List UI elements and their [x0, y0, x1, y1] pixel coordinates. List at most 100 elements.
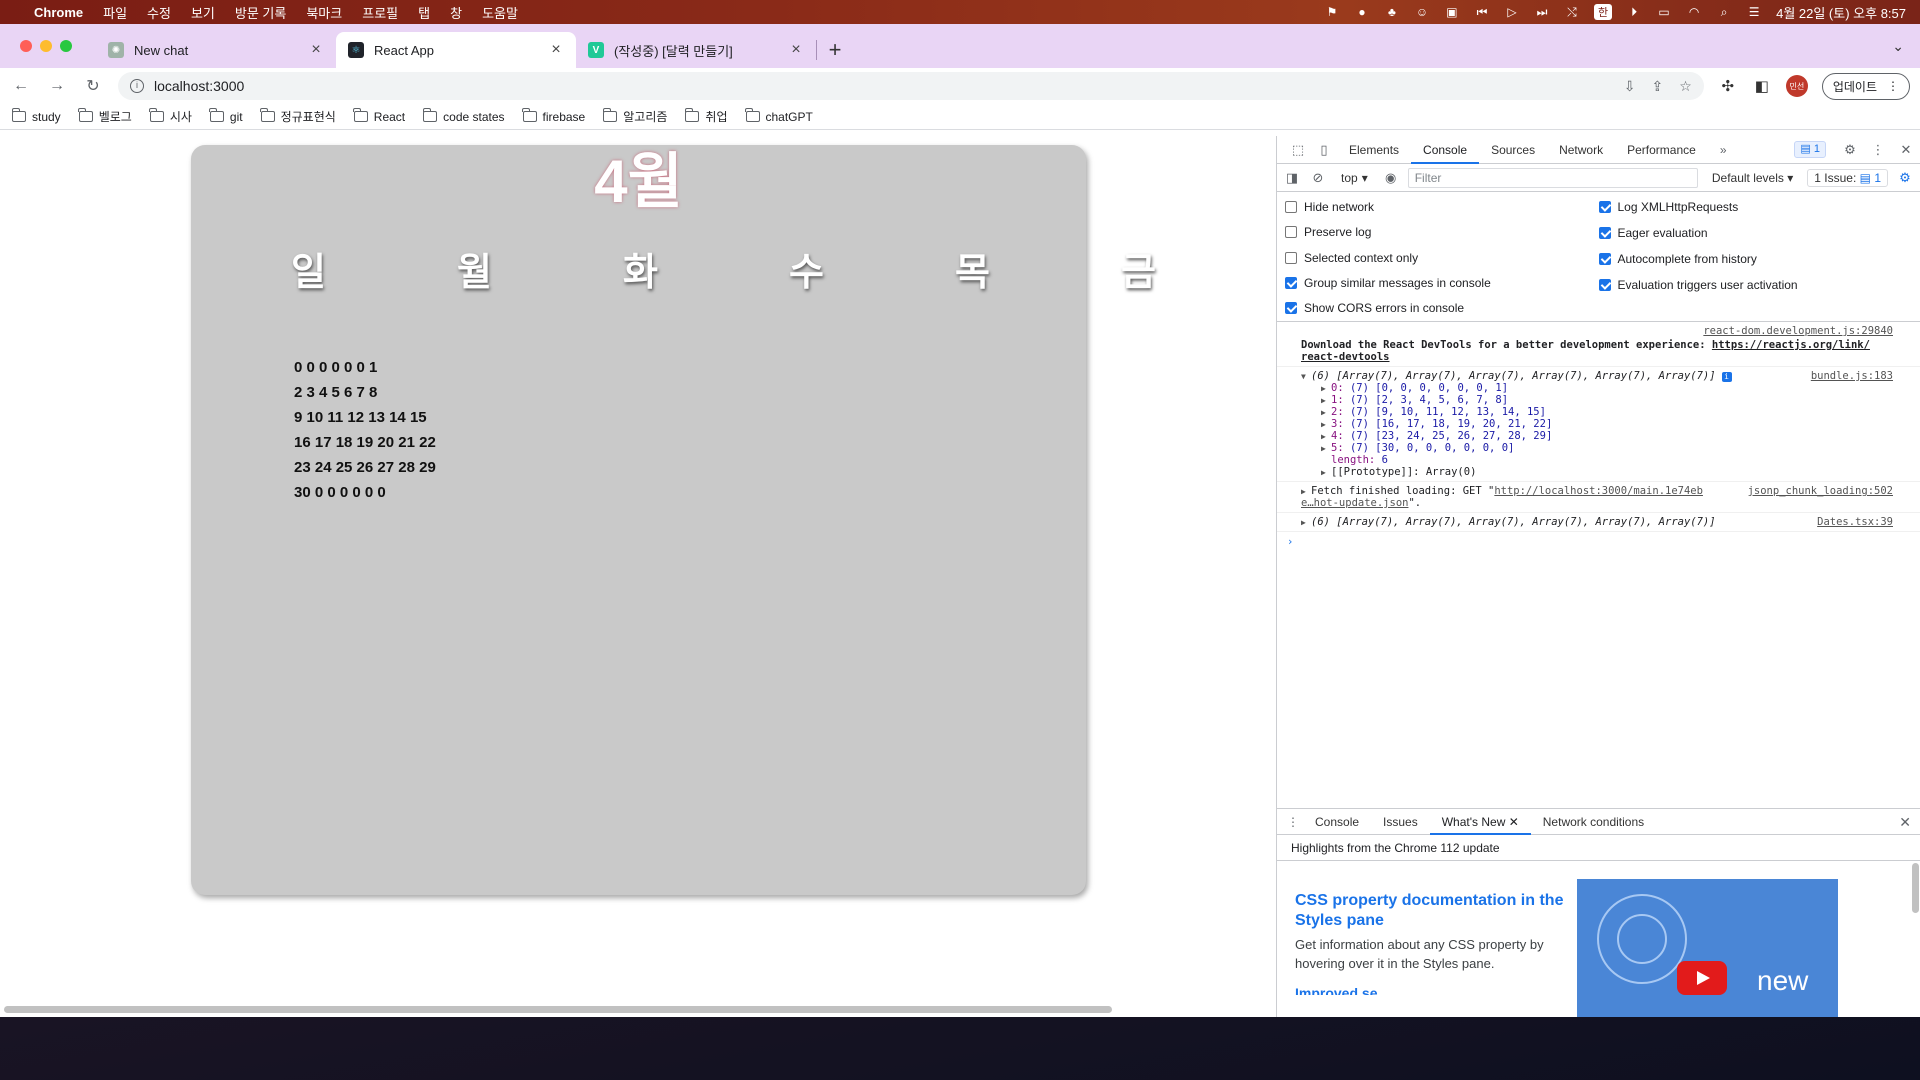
message-source-link[interactable]: bundle.js:183: [1811, 370, 1893, 382]
preserve-log-checkbox[interactable]: Preserve log: [1285, 223, 1599, 240]
hide-network-checkbox[interactable]: Hide network: [1285, 198, 1599, 215]
checkbox-box[interactable]: [1285, 302, 1297, 315]
tab-new-chat[interactable]: ✺ New chat ×: [96, 32, 336, 68]
selected-context-checkbox[interactable]: Selected context only: [1285, 249, 1599, 266]
array-entry[interactable]: ▶ 1: (7) [2, 3, 4, 5, 6, 7, 8]: [1301, 394, 1897, 406]
status-app-icon[interactable]: ⚑: [1324, 6, 1340, 18]
tab-search-chevron-down-icon[interactable]: ⌄: [1892, 38, 1904, 55]
character-status-icon[interactable]: ☺: [1414, 6, 1430, 18]
bookmark-folder-study[interactable]: study: [11, 108, 61, 124]
clear-console-icon[interactable]: ⊘: [1309, 170, 1327, 186]
tab-close-icon[interactable]: ×: [548, 41, 564, 59]
collapsed-triangle-icon[interactable]: ▶: [1301, 487, 1311, 496]
devtools-tab-performance[interactable]: Performance: [1615, 136, 1708, 164]
collapsed-triangle-icon[interactable]: ▶: [1301, 518, 1311, 527]
menu-profiles[interactable]: 프로필: [362, 3, 398, 22]
bookmark-folder-chatgpt[interactable]: chatGPT: [745, 108, 813, 124]
prev-track-icon[interactable]: ⏮: [1474, 6, 1490, 18]
bookmark-star-icon[interactable]: ☆: [1679, 78, 1692, 95]
menu-bookmarks[interactable]: 북마크: [306, 3, 342, 22]
evaluation-triggers-checkbox[interactable]: Evaluation triggers user activation: [1598, 276, 1913, 294]
checkbox-box[interactable]: [1598, 201, 1611, 213]
drawer-tab-console[interactable]: Console: [1303, 809, 1371, 835]
inspect-element-icon[interactable]: ⬚: [1285, 142, 1311, 158]
checkbox-box[interactable]: [1285, 226, 1297, 239]
close-window-button[interactable]: [20, 40, 32, 52]
zoom-window-button[interactable]: [60, 40, 72, 52]
control-center-icon[interactable]: ☰: [1746, 6, 1762, 18]
bookmark-folder-code-states[interactable]: code states: [422, 108, 505, 124]
context-selector[interactable]: top ▾: [1335, 171, 1374, 185]
media-play-icon[interactable]: ⏵: [1626, 6, 1642, 18]
checkbox-box[interactable]: [1285, 276, 1297, 289]
menu-window[interactable]: 창: [450, 3, 462, 22]
checkbox-box[interactable]: [1285, 200, 1297, 213]
menu-view[interactable]: 보기: [191, 3, 215, 22]
bookmark-folder-jobs[interactable]: 취업: [684, 108, 728, 125]
console-message-array-2[interactable]: Dates.tsx:39 ▶ (6) [Array(7), Array(7), A…: [1277, 513, 1920, 532]
checkbox-box[interactable]: [1598, 253, 1611, 265]
horizontal-scrollbar[interactable]: [4, 1006, 1112, 1013]
checkbox-box[interactable]: [1598, 279, 1611, 291]
console-prompt[interactable]: ›: [1277, 536, 1920, 548]
devtools-tab-elements[interactable]: Elements: [1337, 136, 1411, 164]
shuffle-icon[interactable]: ⤭: [1564, 6, 1580, 18]
input-source-indicator[interactable]: 한: [1593, 4, 1613, 20]
forward-arrow-icon[interactable]: →: [46, 77, 68, 95]
devtools-tab-network[interactable]: Network: [1547, 136, 1615, 164]
update-button[interactable]: 업데이트 ⋮: [1821, 72, 1910, 100]
array-prototype[interactable]: ▶ [[Prototype]]: Array(0): [1301, 466, 1897, 478]
devtools-menu-icon[interactable]: ⋮: [1864, 142, 1892, 158]
close-devtools-icon[interactable]: ✕: [1892, 142, 1920, 158]
bookmark-folder-regex[interactable]: 정규표현식: [260, 108, 336, 125]
address-bar[interactable]: i localhost:3000 ⇩ ⇪ ☆: [118, 72, 1704, 100]
message-source-link[interactable]: react-dom.development.js:29840: [1703, 325, 1893, 337]
group-similar-checkbox[interactable]: Group similar messages in console: [1285, 274, 1599, 291]
more-tabs-icon[interactable]: »: [1708, 136, 1739, 164]
show-sidebar-icon[interactable]: ◨: [1283, 170, 1301, 186]
devtools-link-cont[interactable]: react-devtools: [1301, 351, 1390, 363]
bookmark-folder-react[interactable]: React: [353, 108, 405, 124]
tab-close-icon[interactable]: ✕: [1509, 815, 1519, 829]
fetch-url[interactable]: http://localhost:3000/main.1e74eb: [1494, 485, 1703, 497]
menu-help[interactable]: 도움말: [482, 3, 518, 22]
menu-tab[interactable]: 탭: [418, 3, 430, 22]
drawer-scrollbar[interactable]: [1912, 863, 1919, 913]
bookmark-folder-algorithm[interactable]: 알고리즘: [602, 108, 667, 125]
bookmark-folder-git[interactable]: git: [209, 108, 243, 124]
menu-history[interactable]: 방문 기록: [235, 3, 286, 22]
menubar-clock[interactable]: 4월 22일 (토) 오후 8:57: [1776, 3, 1906, 22]
expanded-triangle-icon[interactable]: ▼: [1301, 372, 1311, 381]
drawer-menu-icon[interactable]: ⋮: [1283, 815, 1303, 829]
show-cors-checkbox[interactable]: Show CORS errors in console: [1285, 300, 1599, 317]
menu-app-name[interactable]: Chrome: [34, 5, 83, 20]
reload-icon[interactable]: ↻: [82, 76, 104, 96]
install-app-icon[interactable]: ⇩: [1624, 78, 1636, 95]
message-source-link[interactable]: jsonp_chunk_loading:502: [1748, 485, 1893, 497]
wifi-icon[interactable]: ◠: [1686, 6, 1702, 18]
tab-close-icon[interactable]: ×: [788, 41, 804, 59]
tab-close-icon[interactable]: ×: [308, 41, 324, 59]
site-info-icon[interactable]: i: [130, 79, 144, 93]
spotlight-search-icon[interactable]: ⌕: [1716, 6, 1732, 18]
drawer-tab-issues[interactable]: Issues: [1371, 809, 1430, 835]
side-panel-icon[interactable]: ◧: [1752, 77, 1772, 95]
array-entry[interactable]: ▶ 3: (7) [16, 17, 18, 19, 20, 21, 22]: [1301, 418, 1897, 430]
log-xhr-checkbox[interactable]: Log XMLHttpRequests: [1598, 198, 1913, 216]
minimize-window-button[interactable]: [40, 40, 52, 52]
screen-status-icon[interactable]: ▣: [1444, 6, 1460, 18]
tab-react-app[interactable]: ⚛ React App ×: [336, 32, 576, 68]
extensions-puzzle-icon[interactable]: ✣: [1718, 77, 1738, 95]
array-entry[interactable]: ▶ 0: (7) [0, 0, 0, 0, 0, 0, 1]: [1301, 382, 1897, 394]
console-message-fetch[interactable]: jsonp_chunk_loading:502 ▶ Fetch finished …: [1277, 482, 1920, 513]
close-drawer-icon[interactable]: ✕: [1899, 814, 1911, 831]
leaf-status-icon[interactable]: ♣: [1384, 6, 1400, 18]
array-entry[interactable]: ▶ 2: (7) [9, 10, 11, 12, 13, 14, 15]: [1301, 406, 1897, 418]
settings-gear-icon[interactable]: ⚙: [1836, 142, 1864, 158]
play-icon[interactable]: ▷: [1504, 6, 1520, 18]
next-track-icon[interactable]: ⏭: [1534, 6, 1550, 18]
device-toolbar-icon[interactable]: ▯: [1311, 142, 1337, 158]
bookmark-folder-firebase[interactable]: firebase: [522, 108, 585, 124]
log-levels-dropdown[interactable]: Default levels ▾: [1706, 171, 1799, 185]
message-source-link[interactable]: Dates.tsx:39: [1817, 516, 1893, 528]
